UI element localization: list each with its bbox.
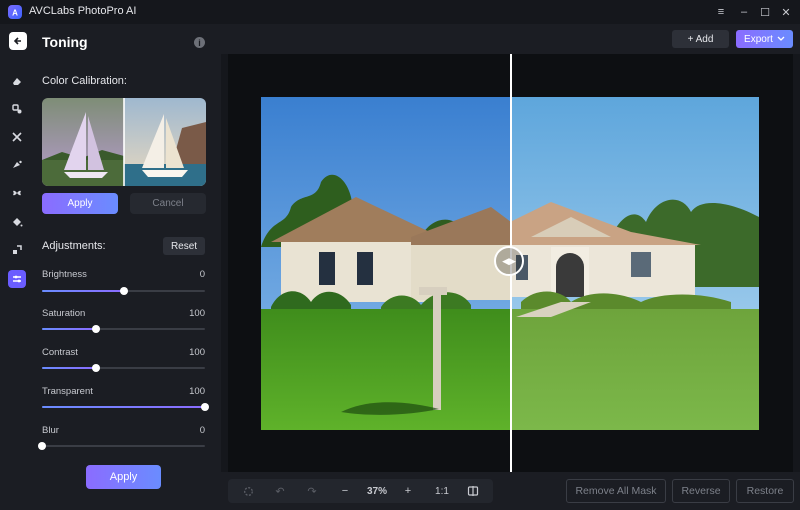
info-icon[interactable]: i [194, 37, 205, 48]
calibration-cancel-button[interactable]: Cancel [130, 193, 206, 214]
slider-fill [42, 406, 205, 408]
contrast-value: 100 [189, 347, 205, 358]
toning-panel [34, 24, 221, 510]
compare-handle-icon[interactable]: ◀▶ [494, 246, 524, 276]
contrast-slider[interactable] [42, 364, 205, 372]
zoom-level: 37% [366, 485, 387, 497]
transparent-value: 100 [189, 386, 205, 397]
remove-all-mask-button[interactable]: Remove All Mask [566, 479, 666, 503]
toning-icon[interactable] [8, 270, 26, 288]
blur-slider[interactable] [38, 442, 205, 450]
brightness-slider[interactable] [42, 287, 205, 295]
hamburger-icon[interactable]: ≡ [713, 4, 729, 20]
calibration-apply-button[interactable]: Apply [42, 193, 118, 214]
export-button[interactable]: Export [736, 30, 793, 48]
slider-knob[interactable] [91, 364, 100, 372]
eraser-icon[interactable] [8, 72, 26, 90]
saturation-slider[interactable] [42, 325, 205, 333]
reverse-button[interactable]: Reverse [672, 479, 730, 503]
reset-button[interactable]: Reset [163, 237, 205, 255]
slider-fill [42, 367, 96, 369]
chevron-down-icon [777, 36, 785, 41]
slider-fill [42, 328, 96, 330]
zoom-in-icon[interactable]: + [398, 479, 418, 503]
adjustments-label: Adjustments: [42, 240, 106, 252]
zoom-out-icon[interactable]: − [335, 479, 355, 503]
refresh-icon[interactable] [238, 479, 258, 503]
enhance-icon[interactable] [8, 128, 26, 146]
svg-text:A: A [12, 9, 18, 18]
undo-icon[interactable]: ↶ [270, 479, 290, 503]
actual-size-button[interactable]: 1:1 [430, 479, 454, 503]
redo-icon[interactable]: ↷ [302, 479, 322, 503]
slider-knob[interactable] [38, 442, 46, 450]
tool-rail [0, 24, 34, 510]
saturation-label: Saturation [42, 308, 86, 319]
color-calibration-preview [42, 98, 206, 186]
maximize-icon[interactable]: ☐ [757, 4, 773, 20]
minimize-icon[interactable]: – [736, 4, 752, 20]
app-logo-icon: A [8, 5, 22, 19]
blur-label: Blur [42, 425, 59, 436]
transparent-label: Transparent [42, 386, 93, 397]
slider-fill [42, 290, 124, 292]
brightness-label: Brightness [42, 269, 87, 280]
remove-background-icon[interactable] [8, 184, 26, 202]
transparent-slider[interactable] [42, 403, 209, 411]
brightness-value: 0 [199, 269, 205, 280]
fill-icon[interactable] [8, 213, 26, 231]
slider-knob[interactable] [91, 325, 100, 333]
saturation-value: 100 [189, 308, 205, 319]
contrast-label: Contrast [42, 347, 78, 358]
face-retouch-icon[interactable] [8, 100, 26, 118]
resize-icon[interactable] [8, 241, 26, 259]
restore-button[interactable]: Restore [736, 479, 794, 503]
blur-value: 0 [199, 425, 205, 436]
back-button[interactable] [9, 32, 27, 50]
export-label: Export [744, 33, 773, 45]
add-button[interactable]: + Add [672, 30, 729, 48]
panel-title: Toning [42, 34, 88, 50]
colorize-icon[interactable] [8, 156, 26, 174]
app-title: AVCLabs PhotoPro AI [29, 5, 137, 17]
close-icon[interactable]: ✕ [778, 4, 794, 20]
color-calibration-label: Color Calibration: [42, 75, 127, 87]
compare-view-icon[interactable] [463, 479, 483, 503]
apply-button[interactable]: Apply [86, 465, 161, 489]
slider-knob[interactable] [201, 403, 209, 411]
slider-knob[interactable] [119, 287, 128, 295]
